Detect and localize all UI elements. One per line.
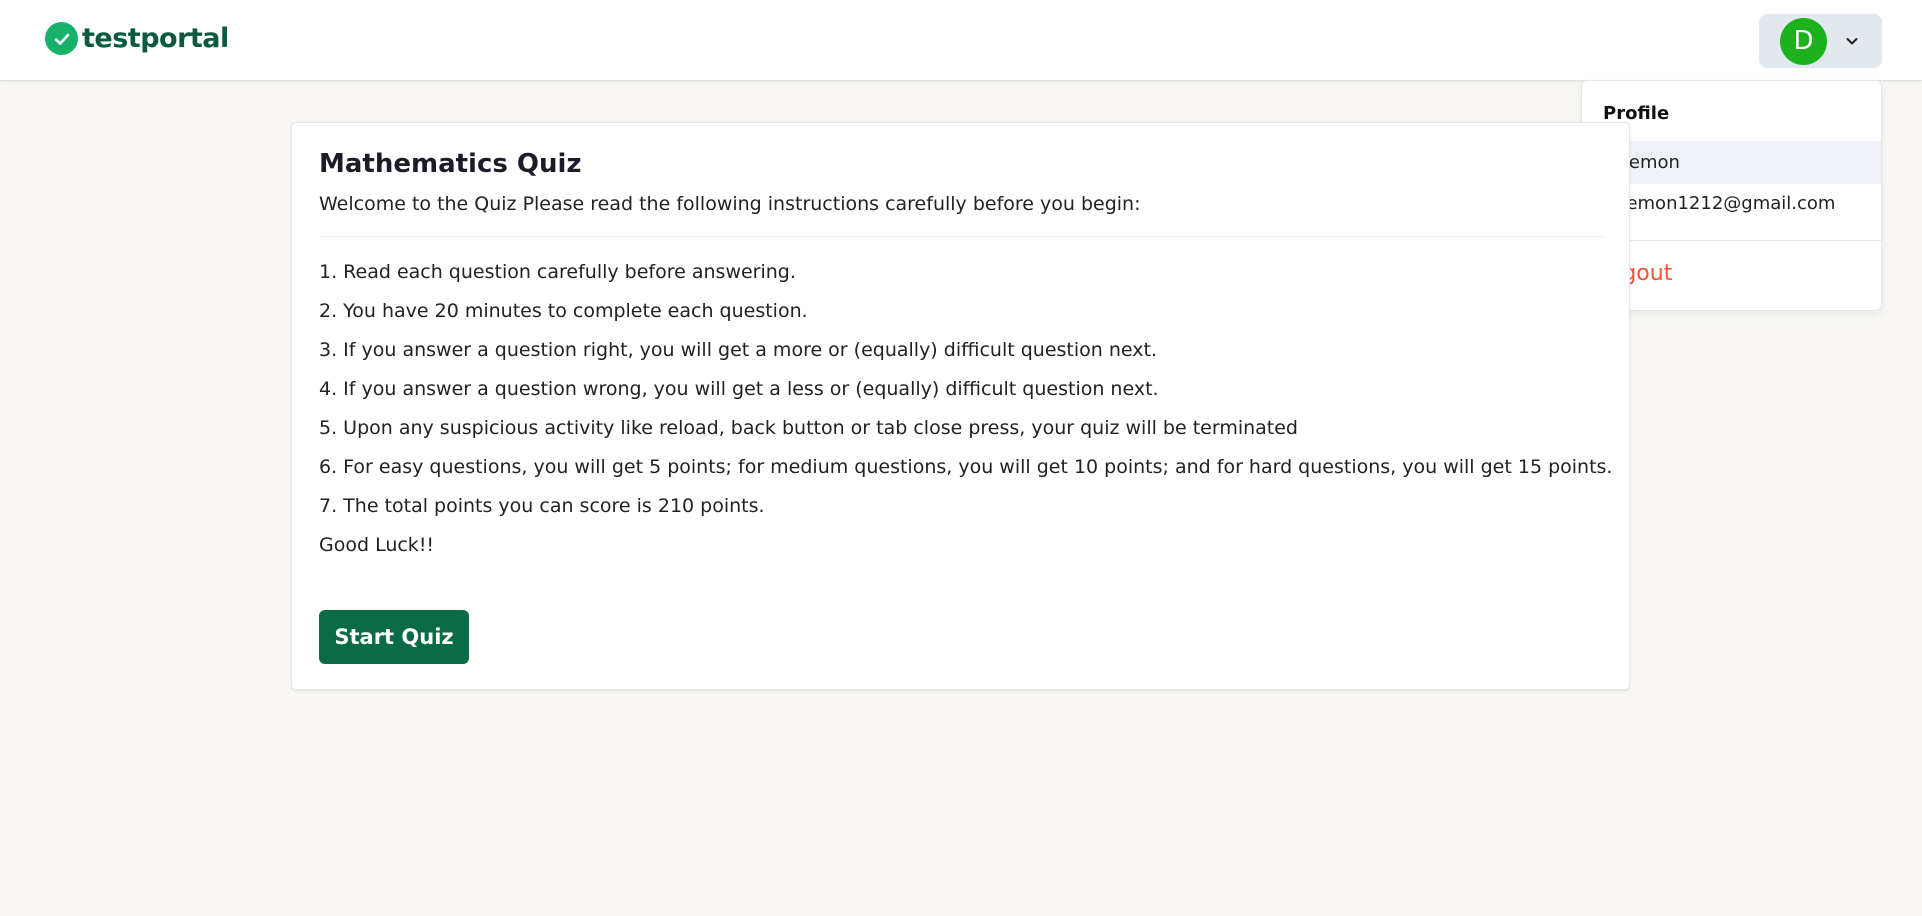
instruction-item: 5. Upon any suspicious activity like rel… <box>319 417 1298 439</box>
top-header: testportal D <box>0 0 1922 81</box>
instruction-item: 2. You have 20 minutes to complete each … <box>319 300 808 322</box>
quiz-instructions-card: Mathematics Quiz Welcome to the Quiz Ple… <box>291 122 1630 690</box>
good-luck-text: Good Luck!! <box>319 534 435 556</box>
quiz-intro: Welcome to the Quiz Please read the foll… <box>319 193 1141 215</box>
brand-name: testportal <box>82 23 229 54</box>
profile-email[interactable]: doremon1212@gmail.com <box>1597 193 1835 214</box>
avatar: D <box>1780 17 1827 65</box>
instruction-item: 4. If you answer a question wrong, you w… <box>319 378 1159 400</box>
instruction-item: 6. For easy questions, you will get 5 po… <box>319 456 1613 478</box>
instruction-item: 7. The total points you can score is 210… <box>319 495 765 517</box>
chevron-down-icon <box>1845 36 1859 46</box>
start-quiz-button[interactable]: Start Quiz <box>319 610 469 664</box>
brand-logo[interactable]: testportal <box>45 22 229 55</box>
instruction-item: 1. Read each question carefully before a… <box>319 261 796 283</box>
instruction-item: 3. If you answer a question right, you w… <box>319 339 1157 361</box>
card-divider <box>319 236 1604 237</box>
quiz-title: Mathematics Quiz <box>319 149 582 179</box>
user-menu-button[interactable]: D <box>1759 14 1882 68</box>
check-circle-icon <box>45 22 78 55</box>
instruction-list: 1. Read each question carefully before a… <box>319 253 1612 565</box>
profile-heading: Profile <box>1603 103 1670 124</box>
